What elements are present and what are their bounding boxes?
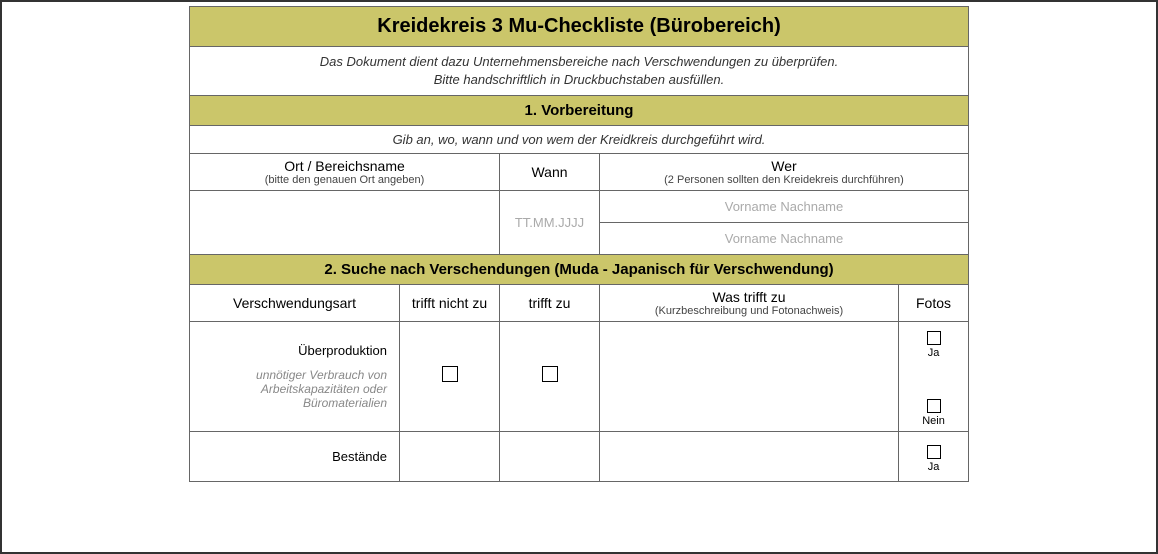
row-desc-0: unnötiger Verbrauch von Arbeitskapazität… <box>196 368 387 410</box>
checkbox-icon <box>442 366 458 382</box>
checkbox-icon <box>927 399 941 413</box>
section1-instruction: Gib an, wo, wann und von wem der Kreidkr… <box>190 126 969 154</box>
photo-no-label: Nein <box>922 415 945 427</box>
wer-input-2[interactable]: Vorname Nachname <box>600 223 969 255</box>
col-was-header: Was trifft zu (Kurzbeschreibung und Foto… <box>600 285 899 322</box>
col-ja-header: trifft zu <box>500 285 600 322</box>
wann-input[interactable]: TT.MM.JJJJ <box>500 191 600 255</box>
row1-foto-ja[interactable]: Ja <box>905 445 962 473</box>
row0-fotos-cell: Ja Nein <box>899 322 969 432</box>
col-wann-header: Wann <box>500 154 600 191</box>
row1-nein-cell[interactable] <box>400 432 500 482</box>
checklist-sheet: Kreidekreis 3 Mu-Checkliste (Bürobereich… <box>189 6 969 482</box>
row0-ja-cell[interactable] <box>500 322 600 432</box>
col-was-label: Was trifft zu <box>712 289 785 305</box>
checkbox-icon <box>542 366 558 382</box>
section1-heading: 1. Vorbereitung <box>190 96 969 126</box>
document-frame: Kreidekreis 3 Mu-Checkliste (Bürobereich… <box>0 0 1158 554</box>
row-label-ueberproduktion: Überproduktion unnötiger Verbrauch von A… <box>190 322 400 432</box>
col-wann-label: Wann <box>531 164 567 180</box>
photo-yes-label: Ja <box>928 347 940 359</box>
col-wer-header: Wer (2 Personen sollten den Kreidekreis … <box>600 154 969 191</box>
row0-foto-nein[interactable]: Nein <box>905 395 962 427</box>
section2-heading: 2. Suche nach Verschendungen (Muda - Jap… <box>190 255 969 285</box>
col-wer-sublabel: (2 Personen sollten den Kreidekreis durc… <box>604 174 964 186</box>
row-name-0: Überproduktion <box>298 343 387 358</box>
col-ort-label: Ort / Bereichsname <box>284 158 405 174</box>
col-ort-header: Ort / Bereichsname (bitte den genauen Or… <box>190 154 500 191</box>
col-wer-label: Wer <box>771 158 796 174</box>
main-title: Kreidekreis 3 Mu-Checkliste (Bürobereich… <box>190 7 969 47</box>
checkbox-icon <box>927 445 941 459</box>
checklist-table: Kreidekreis 3 Mu-Checkliste (Bürobereich… <box>189 6 969 482</box>
row1-was-input[interactable] <box>600 432 899 482</box>
row1-ja-cell[interactable] <box>500 432 600 482</box>
row-label-bestaende: Bestände <box>190 432 400 482</box>
subtitle-line1: Das Dokument dient dazu Unternehmensbere… <box>320 54 838 69</box>
col-art-header: Verschwendungsart <box>190 285 400 322</box>
col-nein-header: trifft nicht zu <box>400 285 500 322</box>
col-was-sublabel: (Kurzbeschreibung und Fotonachweis) <box>604 305 894 317</box>
col-fotos-header: Fotos <box>899 285 969 322</box>
row0-nein-cell[interactable] <box>400 322 500 432</box>
col-ort-sublabel: (bitte den genauen Ort angeben) <box>194 174 495 186</box>
photo-yes-label-1: Ja <box>928 461 940 473</box>
checkbox-icon <box>927 331 941 345</box>
row-name-1: Bestände <box>332 449 387 464</box>
ort-input[interactable] <box>190 191 500 255</box>
subtitle: Das Dokument dient dazu Unternehmensbere… <box>190 47 969 96</box>
row0-foto-ja[interactable]: Ja <box>905 327 962 359</box>
row1-fotos-cell: Ja <box>899 432 969 482</box>
subtitle-line2: Bitte handschriftlich in Druckbuchstaben… <box>434 72 725 87</box>
row0-was-input[interactable] <box>600 322 899 432</box>
wer-input-1[interactable]: Vorname Nachname <box>600 191 969 223</box>
